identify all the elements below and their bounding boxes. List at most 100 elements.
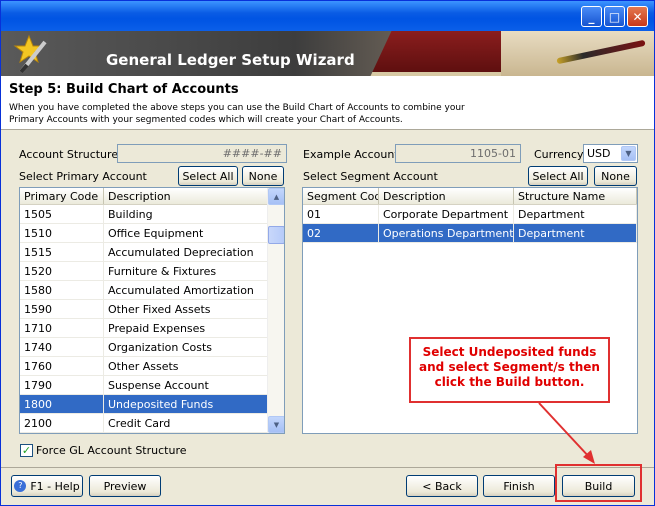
table-cell: Office Equipment	[104, 224, 269, 242]
help-button[interactable]: ? F1 - Help	[11, 475, 83, 497]
select-primary-account-label: Select Primary Account	[19, 170, 147, 183]
segment-grid-header: Segment Code Description Structure Name	[303, 188, 637, 205]
segment-none-button[interactable]: None	[594, 166, 637, 186]
column-header-description[interactable]: Description	[379, 188, 514, 204]
primary-none-button[interactable]: None	[242, 166, 284, 186]
wizard-window: _ □ ✕ General Ledger Setup Wizard Step 5…	[0, 0, 655, 506]
table-cell: 2100	[20, 414, 104, 432]
title-bar[interactable]: _ □ ✕	[1, 1, 654, 31]
back-button[interactable]: < Back	[406, 475, 478, 497]
table-cell: 1510	[20, 224, 104, 242]
table-cell: 1520	[20, 262, 104, 280]
segment-select-all-button[interactable]: Select All	[528, 166, 588, 186]
column-header-segment-code[interactable]: Segment Code	[303, 188, 379, 204]
chevron-down-icon[interactable]: ▼	[621, 146, 636, 161]
table-cell: 1740	[20, 338, 104, 356]
table-row[interactable]: 1740 Organization Costs	[20, 338, 269, 357]
table-row[interactable]: 1590 Other Fixed Assets	[20, 300, 269, 319]
example-account-label: Example Account	[303, 148, 399, 161]
table-cell: Organization Costs	[104, 338, 269, 356]
table-cell: Building	[104, 205, 269, 223]
finish-button[interactable]: Finish	[483, 475, 555, 497]
wizard-banner: General Ledger Setup Wizard	[1, 31, 654, 76]
force-gl-structure-checkbox[interactable]: ✓	[20, 444, 33, 457]
step-description: When you have completed the above steps …	[9, 102, 479, 126]
table-cell: 1760	[20, 357, 104, 375]
primary-grid-header: Primary Code Description	[20, 188, 269, 205]
table-cell: Department	[514, 224, 637, 242]
table-row[interactable]: 1580 Accumulated Amortization	[20, 281, 269, 300]
table-row[interactable]: 1510 Office Equipment	[20, 224, 269, 243]
example-account-field: 1105-01	[395, 144, 521, 163]
preview-button[interactable]: Preview	[89, 475, 161, 497]
scroll-up-icon[interactable]: ▲	[268, 188, 284, 205]
checkmark-icon: ✓	[21, 444, 32, 457]
account-structure-field: ####-##	[117, 144, 287, 163]
column-header-structure-name[interactable]: Structure Name	[514, 188, 637, 204]
table-cell: 1515	[20, 243, 104, 261]
table-row[interactable]: 1515 Accumulated Depreciation	[20, 243, 269, 262]
maximize-button[interactable]: □	[604, 6, 625, 27]
column-header-primary-code[interactable]: Primary Code	[20, 188, 104, 204]
table-row[interactable]: 02 Operations Department Department	[303, 224, 637, 243]
build-highlight-box	[555, 464, 642, 502]
primary-accounts-grid[interactable]: Primary Code Description 1505 Building 151…	[19, 187, 285, 434]
force-gl-structure-label: Force GL Account Structure	[36, 444, 187, 457]
select-segment-account-label: Select Segment Account	[303, 170, 438, 183]
minimize-button[interactable]: _	[581, 6, 602, 27]
step-description-line: When you have completed the above steps …	[9, 103, 465, 113]
table-cell: Furniture & Fixtures	[104, 262, 269, 280]
table-cell: Other Assets	[104, 357, 269, 375]
table-row[interactable]: 1710 Prepaid Expenses	[20, 319, 269, 338]
close-button[interactable]: ✕	[627, 6, 648, 27]
scroll-down-icon[interactable]: ▼	[268, 416, 284, 433]
column-header-description[interactable]: Description	[104, 188, 269, 204]
table-cell: 1800	[20, 395, 104, 413]
currency-label: Currency	[534, 148, 584, 161]
instruction-callout: Select Undeposited funds and select Segm…	[409, 337, 610, 403]
table-row[interactable]: 1505 Building	[20, 205, 269, 224]
help-icon: ?	[14, 480, 27, 492]
table-cell: Suspense Account	[104, 376, 269, 394]
account-structure-label: Account Structure	[19, 148, 119, 161]
table-cell: Operations Department	[379, 224, 514, 242]
step-description-line: Primary Accounts with your segmented cod…	[9, 115, 403, 125]
table-row[interactable]: 2100 Credit Card	[20, 414, 269, 433]
table-row[interactable]: 1760 Other Assets	[20, 357, 269, 376]
maximize-icon: □	[608, 9, 621, 24]
table-row[interactable]: 1520 Furniture & Fixtures	[20, 262, 269, 281]
scroll-thumb[interactable]	[268, 226, 284, 244]
table-cell: 1580	[20, 281, 104, 299]
table-cell: Prepaid Expenses	[104, 319, 269, 337]
step-header: Step 5: Build Chart of Accounts When you…	[1, 76, 654, 130]
primary-grid-scrollbar[interactable]: ▲ ▼	[267, 188, 284, 433]
table-cell: Credit Card	[104, 414, 269, 432]
table-cell: Undeposited Funds	[104, 395, 269, 413]
table-cell: Other Fixed Assets	[104, 300, 269, 318]
callout-arrow-icon	[538, 402, 595, 464]
table-cell: Accumulated Depreciation	[104, 243, 269, 261]
table-row[interactable]: 1800 Undeposited Funds	[20, 395, 269, 414]
table-cell: 01	[303, 205, 379, 223]
table-cell: 1505	[20, 205, 104, 223]
table-row[interactable]: 01 Corporate Department Department	[303, 205, 637, 224]
table-cell: 1790	[20, 376, 104, 394]
callout-line: Select Undeposited funds	[422, 345, 597, 359]
table-cell: 1590	[20, 300, 104, 318]
primary-select-all-button[interactable]: Select All	[178, 166, 238, 186]
currency-select[interactable]: USD ▼	[583, 144, 638, 163]
table-cell: Department	[514, 205, 637, 223]
callout-line: and select Segment/s then	[419, 360, 600, 374]
table-cell: 1710	[20, 319, 104, 337]
table-cell: 02	[303, 224, 379, 242]
minimize-icon: _	[588, 9, 595, 24]
currency-value: USD	[587, 147, 611, 160]
close-icon: ✕	[632, 9, 643, 24]
table-cell: Corporate Department	[379, 205, 514, 223]
wand-icon	[13, 34, 47, 74]
help-button-label: F1 - Help	[30, 479, 80, 493]
callout-line: click the Build button.	[434, 375, 585, 389]
table-cell: Accumulated Amortization	[104, 281, 269, 299]
banner-title: General Ledger Setup Wizard	[106, 51, 355, 69]
table-row[interactable]: 1790 Suspense Account	[20, 376, 269, 395]
